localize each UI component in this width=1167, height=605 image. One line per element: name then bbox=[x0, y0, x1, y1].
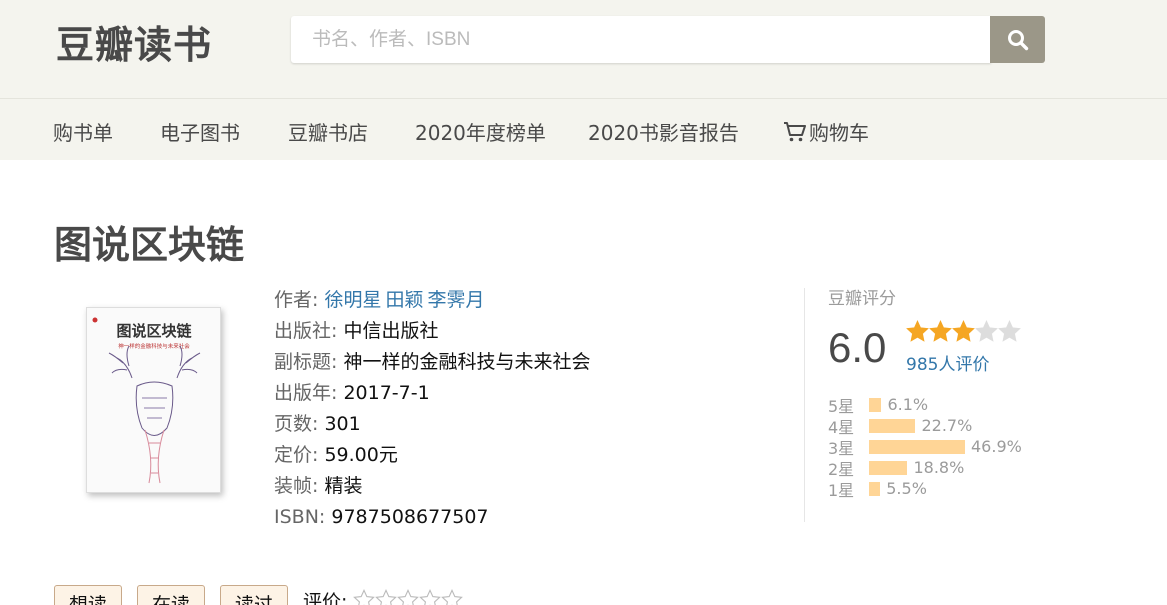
empty-rate-star-icon[interactable] bbox=[375, 589, 398, 605]
distribution-row: 1星 5.5% bbox=[828, 478, 1048, 500]
distribution-bar bbox=[869, 439, 965, 454]
rating-panel: 豆瓣评分 6.0 985人评价 5星 6.1% 4星 22.7% 3星 46.9% 2星 18… bbox=[828, 284, 1022, 500]
publisher-label: 出版社: bbox=[274, 320, 338, 342]
cover-title: 图说区块链 bbox=[116, 322, 192, 340]
empty-rate-star-icon[interactable] bbox=[441, 589, 464, 605]
distribution-percent: 22.7% bbox=[921, 416, 973, 435]
distribution-percent: 5.5% bbox=[886, 479, 927, 498]
distribution-percent: 18.8% bbox=[913, 458, 965, 477]
distribution-bar bbox=[869, 460, 908, 475]
distribution-percent: 46.9% bbox=[971, 437, 1022, 456]
year-label: 出版年: bbox=[274, 382, 338, 404]
price-label: 定价: bbox=[274, 444, 319, 466]
nav-item-annual-list[interactable]: 2020年度榜单 bbox=[415, 117, 546, 146]
info-publisher: 出版社: 中信出版社 bbox=[274, 319, 590, 350]
top-bar: 豆瓣读书 bbox=[0, 0, 1167, 98]
author-link[interactable]: 李霁月 bbox=[427, 289, 484, 311]
book-info: 作者: 徐明星 田颖 李霁月 出版社: 中信出版社 副标题: 神一样的金融科技与未来… bbox=[274, 288, 590, 536]
rating-distribution: 5星 6.1% 4星 22.7% 3星 46.9% 2星 18.8% 1星 5.5% bbox=[828, 394, 1048, 500]
info-binding: 装帧: 精装 bbox=[274, 474, 590, 505]
cart-label: 购物车 bbox=[809, 121, 869, 145]
info-isbn: ISBN: 9787508677507 bbox=[274, 505, 590, 536]
distribution-row: 3星 46.9% bbox=[828, 436, 1048, 458]
nav-bar: 购书单 电子图书 豆瓣书店 2020年度榜单 2020书影音报告 购物车 bbox=[0, 98, 1167, 160]
distribution-row: 2星 18.8% bbox=[828, 457, 1048, 479]
info-price: 定价: 59.00元 bbox=[274, 443, 590, 474]
pages-value: 301 bbox=[324, 413, 361, 435]
empty-star-icon bbox=[998, 320, 1021, 342]
action-bar: 想读 在读 读过 评价: bbox=[54, 585, 464, 605]
user-rating-stars[interactable] bbox=[353, 589, 464, 605]
distribution-bar bbox=[869, 481, 881, 496]
reading-button[interactable]: 在读 bbox=[137, 585, 206, 605]
isbn-value: 9787508677507 bbox=[331, 506, 489, 528]
info-pages: 页数: 301 bbox=[274, 412, 590, 443]
pages-label: 页数: bbox=[274, 413, 319, 435]
author-link[interactable]: 徐明星 bbox=[324, 289, 381, 311]
distribution-star-label: 1星 bbox=[828, 480, 855, 500]
year-value: 2017-7-1 bbox=[343, 382, 430, 404]
nav-item-cart[interactable]: 购物车 bbox=[783, 117, 869, 146]
nav-item-annual-report[interactable]: 2020书影音报告 bbox=[588, 117, 739, 146]
search-input[interactable] bbox=[291, 16, 991, 63]
publisher-link[interactable]: 中信出版社 bbox=[343, 320, 438, 342]
subtitle-label: 副标题: bbox=[274, 351, 338, 373]
empty-rate-star-icon[interactable] bbox=[419, 589, 442, 605]
info-author: 作者: 徐明星 田颖 李霁月 bbox=[274, 288, 590, 319]
binding-value: 精装 bbox=[324, 475, 363, 497]
cart-icon bbox=[784, 121, 806, 141]
price-value: 59.00元 bbox=[324, 444, 398, 466]
rating-stars bbox=[906, 320, 1021, 343]
isbn-label: ISBN: bbox=[274, 506, 326, 528]
search-icon bbox=[1007, 29, 1028, 50]
filled-star-icon bbox=[929, 320, 952, 342]
distribution-row: 4星 22.7% bbox=[828, 415, 1048, 437]
rate-label: 评价: bbox=[303, 591, 348, 605]
want-to-read-button[interactable]: 想读 bbox=[54, 585, 123, 605]
distribution-row: 5星 6.1% bbox=[828, 394, 1048, 416]
cover-subtitle: 神一样的金融科技与未来社会 bbox=[118, 342, 190, 350]
distribution-bar bbox=[869, 397, 882, 412]
filled-star-icon bbox=[952, 320, 975, 342]
info-year: 出版年: 2017-7-1 bbox=[274, 381, 590, 412]
rating-score: 6.0 bbox=[828, 324, 887, 371]
search-button[interactable] bbox=[990, 16, 1045, 63]
section-divider bbox=[804, 288, 805, 522]
filled-star-icon bbox=[906, 320, 929, 342]
have-read-button[interactable]: 读过 bbox=[220, 585, 289, 605]
rating-title: 豆瓣评分 bbox=[828, 289, 896, 309]
book-cover[interactable]: 图说区块链 神一样的金融科技与未来社会 bbox=[86, 307, 221, 493]
nav-item-bookstore[interactable]: 豆瓣书店 bbox=[288, 117, 368, 146]
nav-item-ebooks[interactable]: 电子图书 bbox=[160, 117, 240, 146]
site-logo[interactable]: 豆瓣读书 bbox=[56, 14, 212, 69]
nav-item-booklist[interactable]: 购书单 bbox=[53, 117, 113, 146]
distribution-bar bbox=[869, 418, 916, 433]
page-title: 图说区块链 bbox=[54, 223, 245, 267]
author-label: 作者: bbox=[274, 289, 319, 311]
subtitle-value: 神一样的金融科技与未来社会 bbox=[343, 351, 591, 373]
distribution-percent: 6.1% bbox=[887, 395, 929, 414]
author-link[interactable]: 田颖 bbox=[385, 289, 423, 311]
empty-rate-star-icon[interactable] bbox=[353, 589, 376, 605]
empty-rate-star-icon[interactable] bbox=[397, 589, 420, 605]
info-subtitle: 副标题: 神一样的金融科技与未来社会 bbox=[274, 350, 590, 381]
binding-label: 装帧: bbox=[274, 475, 319, 497]
cover-publisher-mark bbox=[92, 317, 98, 323]
votes-link[interactable]: 985人评价 bbox=[906, 350, 989, 375]
empty-star-icon bbox=[975, 320, 998, 342]
